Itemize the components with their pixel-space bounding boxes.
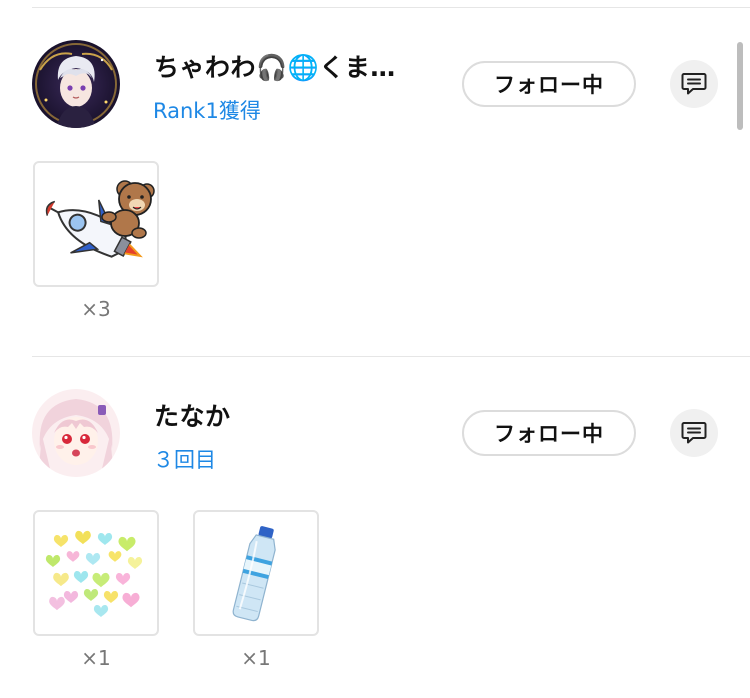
- username-suffix: くま…: [319, 53, 396, 82]
- water-bottle-icon: [232, 526, 276, 622]
- username[interactable]: たなか: [154, 397, 231, 433]
- username[interactable]: ちゃわわ🎧🌐くま…: [154, 48, 396, 84]
- top-divider: [32, 7, 750, 8]
- following-button[interactable]: フォロー中: [462, 61, 636, 107]
- gift-count: ×1: [241, 646, 271, 670]
- teddy-bear-rocket-icon: [45, 180, 155, 258]
- scrollbar[interactable]: [737, 42, 743, 130]
- gift-item[interactable]: [33, 161, 159, 287]
- globe-icon: 🌐: [287, 53, 320, 82]
- visit-count-label: ３回目: [153, 448, 216, 472]
- avatar[interactable]: [32, 389, 120, 477]
- row-divider: [32, 356, 750, 357]
- gift-count: ×3: [81, 297, 111, 321]
- gift-count: ×1: [81, 646, 111, 670]
- gift-item[interactable]: [33, 510, 159, 636]
- username-text: ちゃわわ: [154, 53, 257, 82]
- hearts-icon: [45, 530, 143, 617]
- gift-item[interactable]: [193, 510, 319, 636]
- message-button[interactable]: [670, 60, 718, 108]
- following-button[interactable]: フォロー中: [462, 410, 636, 456]
- message-icon: [681, 73, 707, 95]
- message-button[interactable]: [670, 409, 718, 457]
- avatar[interactable]: [32, 40, 120, 128]
- message-icon: [681, 422, 707, 444]
- headphones-icon: 🎧: [256, 53, 288, 82]
- rank-label: Rank1獲得: [153, 99, 261, 123]
